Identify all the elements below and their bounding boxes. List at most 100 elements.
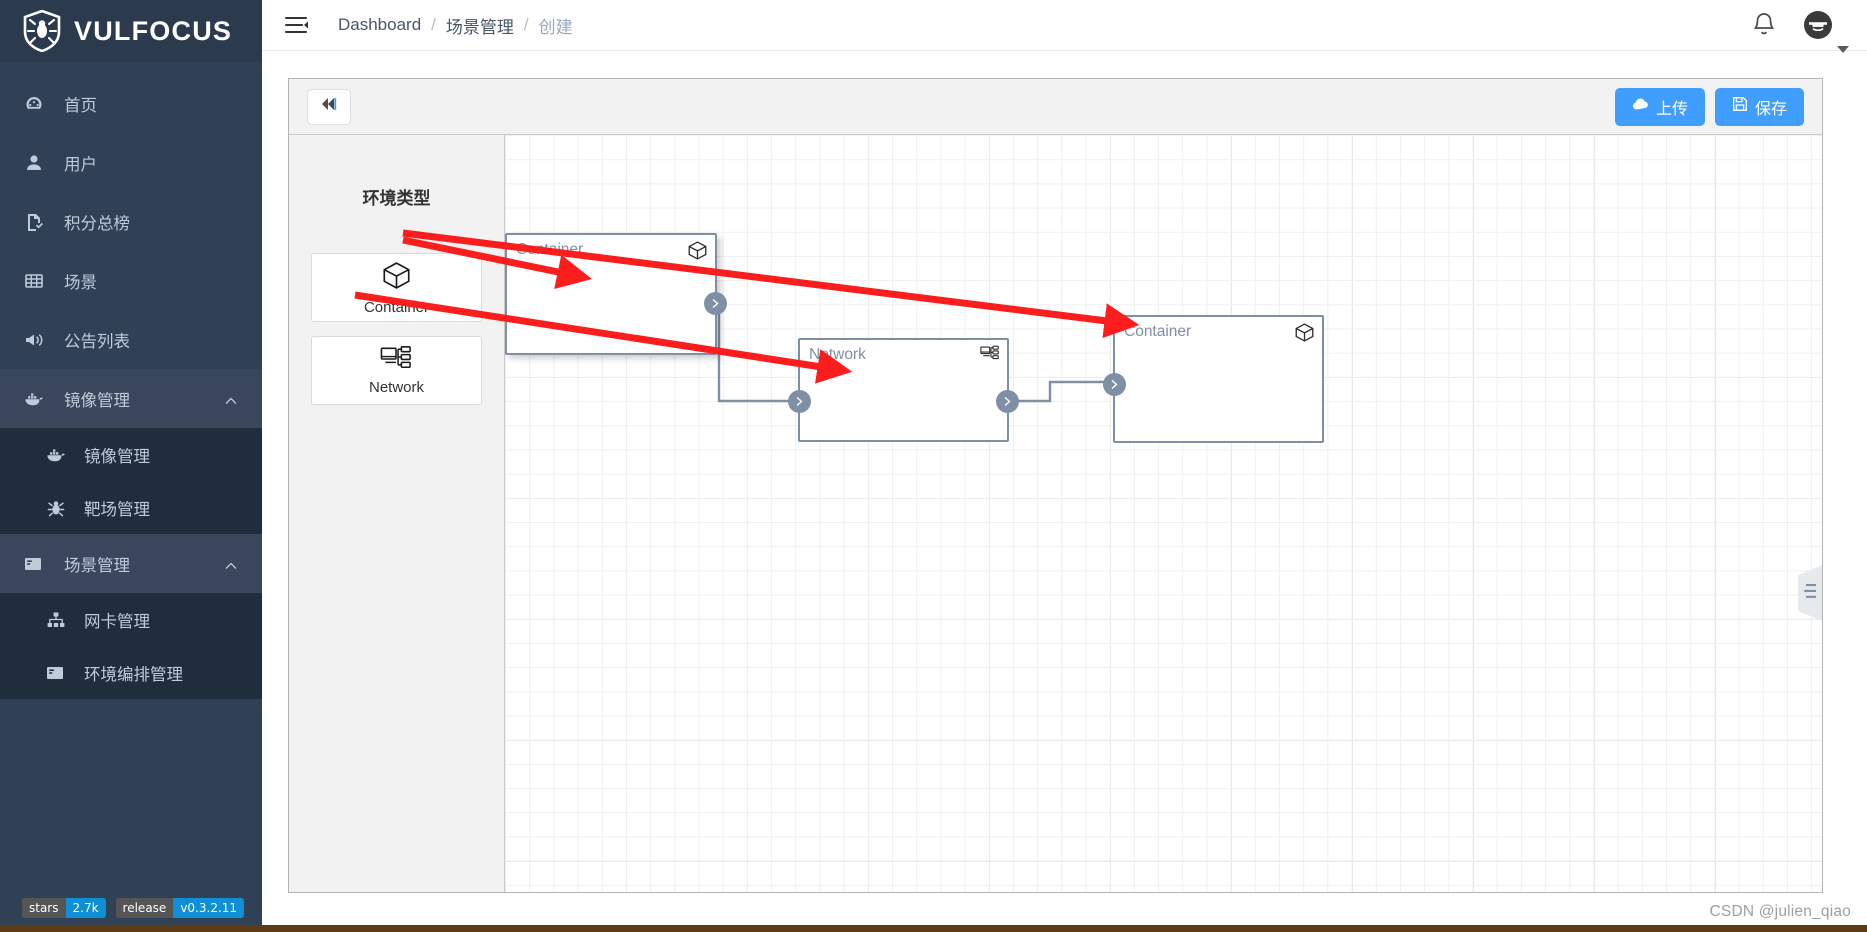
network-tree-icon [46, 610, 70, 630]
sidebar-item-label: 用户 [64, 155, 97, 174]
sidebar-badges: stars 2.7k release v0.3.2.11 [22, 898, 245, 918]
stars-badge[interactable]: stars 2.7k [22, 898, 106, 918]
release-badge[interactable]: release v0.3.2.11 [115, 898, 245, 918]
palette-title: 环境类型 [362, 189, 431, 208]
sidebar-item-scene-management[interactable]: 场景管理 [0, 534, 262, 593]
sidebar-item-image-management-child[interactable]: 镜像管理 [0, 428, 262, 481]
sidebar-item-label: 网卡管理 [84, 612, 150, 631]
sidebar-item-nic-management[interactable]: 网卡管理 [0, 593, 262, 646]
chevron-down-icon[interactable] [1837, 46, 1849, 53]
header-actions [1751, 10, 1867, 53]
save-button-label: 保存 [1754, 100, 1787, 118]
node-port-left[interactable] [1103, 373, 1126, 396]
top-header: Dashboard / 场景管理 / 创建 [262, 0, 1867, 53]
brand-name: VULFOCUS [74, 15, 233, 46]
toolbar-actions: 上传 保存 [1614, 87, 1822, 126]
bottom-strip [0, 925, 1867, 932]
chevron-up-icon [225, 393, 237, 404]
collapse-panel-button[interactable] [307, 88, 351, 125]
save-button[interactable]: 保存 [1714, 87, 1804, 126]
submenu-scene-management: 网卡管理 环境编排管理 [0, 593, 262, 699]
sidebar-item-label: 场景管理 [64, 556, 130, 575]
watermark: CSDN @julien_qiao [1709, 903, 1851, 920]
cube-box-icon [1294, 322, 1315, 348]
palette-card-list: Container Network [289, 253, 504, 405]
ranking-document-icon [24, 212, 50, 232]
sidebar-item-label: 公告列表 [64, 332, 130, 351]
cloud-upload-icon [1632, 97, 1649, 116]
breadcrumb-item-scene-management[interactable]: 场景管理 [446, 13, 514, 38]
sidebar-item-label: 环境编排管理 [84, 665, 183, 684]
node-port-left[interactable] [788, 390, 811, 413]
release-badge-value: v0.3.2.11 [173, 898, 245, 918]
sidebar-item-ranking[interactable]: 积分总榜 [0, 192, 262, 251]
sidebar-item-environment-orchestration[interactable]: 环境编排管理 [0, 646, 262, 699]
user-icon [24, 153, 50, 173]
node-label: Network [809, 346, 866, 363]
palette-card-label: Network [368, 379, 424, 396]
sidebar-item-label: 场景 [64, 273, 97, 292]
scene-panel-icon [24, 555, 50, 573]
sidebar: VULFOCUS 首页 用户 积分总榜 场景 公告列表 镜像管理 镜像管理 靶场… [0, 0, 262, 932]
submenu-image-management: 镜像管理 靶场管理 [0, 428, 262, 534]
floppy-save-icon [1732, 96, 1748, 117]
editor-workarea: 环境类型 Container Network Container Network… [289, 135, 1822, 892]
scene-panel-icon [46, 664, 70, 682]
brand-logo[interactable]: VULFOCUS [0, 0, 262, 62]
sidebar-item-label: 镜像管理 [84, 447, 150, 466]
node-label: Container [516, 241, 584, 258]
cube-box-icon [687, 240, 708, 266]
docker-whale-icon [24, 390, 50, 408]
palette-card-container[interactable]: Container [311, 253, 482, 322]
scene-editor: 上传 保存 环境类型 Container Network Container N… [288, 78, 1823, 893]
palette-card-network[interactable]: Network [311, 336, 482, 405]
node-palette: 环境类型 Container Network [289, 135, 505, 892]
sidebar-item-label: 镜像管理 [64, 391, 130, 410]
sidebar-item-label: 首页 [64, 96, 97, 115]
sidebar-item-home[interactable]: 首页 [0, 74, 262, 133]
flow-canvas[interactable]: Container Network Container [505, 135, 1822, 892]
node-label: Container [1124, 323, 1192, 340]
megaphone-icon [24, 330, 50, 350]
sidebar-item-image-management[interactable]: 镜像管理 [0, 369, 262, 428]
node-port-right[interactable] [704, 292, 727, 315]
breadcrumb: Dashboard / 场景管理 / 创建 [338, 13, 573, 38]
palette-card-label: Container [363, 298, 430, 316]
canvas-node-container-1[interactable]: Container [505, 233, 727, 355]
breadcrumb-item-create: 创建 [538, 17, 573, 37]
breadcrumb-separator: / [431, 15, 436, 34]
upload-button[interactable]: 上传 [1614, 87, 1705, 126]
sidebar-item-target-range[interactable]: 靶场管理 [0, 481, 262, 534]
release-badge-key: release [115, 898, 174, 918]
canvas-node-network[interactable]: Network [788, 338, 1019, 442]
app-root: VULFOCUS 首页 用户 积分总榜 场景 公告列表 镜像管理 镜像管理 靶场… [0, 0, 1867, 932]
grid-table-icon [24, 271, 50, 291]
dashboard-icon [24, 94, 50, 114]
upload-button-label: 上传 [1655, 100, 1688, 118]
cube-box-icon [381, 260, 412, 296]
stars-badge-key: stars [22, 898, 66, 918]
hamburger-icon[interactable] [284, 12, 310, 38]
sidebar-item-announcements[interactable]: 公告列表 [0, 310, 262, 369]
sidebar-item-label: 积分总榜 [64, 214, 130, 233]
stars-badge-value: 2.7k [65, 898, 106, 918]
canvas-node-container-2[interactable]: Container [1103, 315, 1324, 443]
node-port-right[interactable] [996, 390, 1019, 413]
bug-icon [46, 498, 70, 518]
breadcrumb-separator: / [523, 15, 529, 34]
sidebar-item-label: 靶场管理 [84, 500, 150, 519]
breadcrumb-item-dashboard[interactable]: Dashboard [338, 15, 421, 35]
docker-whale-icon [46, 446, 70, 464]
sidebar-item-scene[interactable]: 场景 [0, 251, 262, 310]
list-lines-icon [1803, 583, 1817, 604]
bell-icon[interactable] [1751, 11, 1777, 39]
shield-bug-icon [22, 9, 62, 53]
chevron-up-icon [225, 558, 237, 569]
network-computer-icon [380, 345, 413, 376]
network-computer-icon [980, 345, 1000, 366]
avatar[interactable] [1803, 10, 1849, 53]
sidebar-item-user[interactable]: 用户 [0, 133, 262, 192]
double-chevron-left-icon [320, 97, 338, 116]
sidebar-menu: 首页 用户 积分总榜 场景 公告列表 镜像管理 镜像管理 靶场管理 场景管理 网… [0, 62, 262, 699]
editor-toolbar: 上传 保存 [289, 79, 1822, 135]
